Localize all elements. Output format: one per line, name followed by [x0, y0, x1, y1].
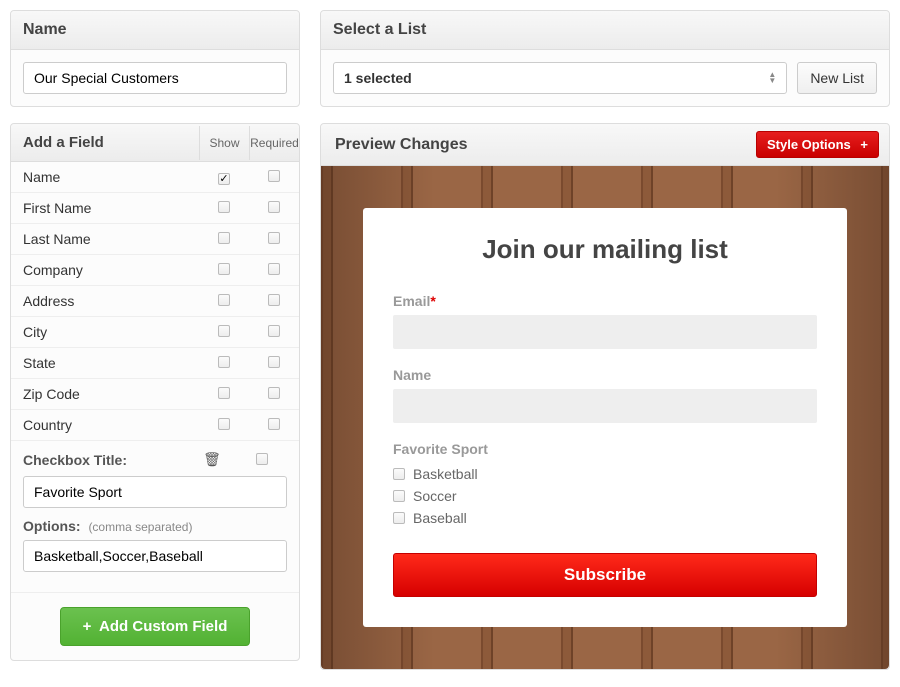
option-checkbox[interactable]: [393, 490, 405, 502]
add-custom-field-button[interactable]: + Add Custom Field: [60, 607, 250, 646]
field-row: State: [11, 348, 299, 379]
field-row: Address: [11, 286, 299, 317]
name-label: Name: [393, 367, 817, 383]
field-row: Name ✓: [11, 162, 299, 193]
select-list-title: Select a List: [333, 21, 426, 39]
col-header-show: Show: [199, 126, 249, 160]
required-checkbox[interactable]: [268, 294, 280, 306]
required-checkbox[interactable]: [268, 201, 280, 213]
required-checkbox[interactable]: [268, 170, 280, 182]
field-label: Last Name: [11, 224, 199, 254]
show-checkbox[interactable]: [218, 356, 230, 368]
show-checkbox[interactable]: [218, 325, 230, 337]
preview-panel: Preview Changes Style Options + Join our…: [320, 123, 890, 670]
checkbox-title-label: Checkbox Title:: [23, 452, 187, 468]
option-label: Baseball: [413, 510, 467, 526]
preview-background: Join our mailing list Email* Name Favori…: [321, 166, 889, 669]
sport-option[interactable]: Basketball: [393, 463, 817, 485]
show-checkbox[interactable]: [218, 294, 230, 306]
plus-icon: +: [83, 618, 92, 635]
field-row: City: [11, 317, 299, 348]
subscribe-button[interactable]: Subscribe: [393, 553, 817, 597]
plus-icon: +: [860, 137, 868, 152]
option-checkbox[interactable]: [393, 512, 405, 524]
checkbox-title-input[interactable]: [23, 476, 287, 508]
trash-icon[interactable]: 🗑: [187, 451, 237, 468]
show-checkbox[interactable]: [218, 418, 230, 430]
subscribe-label: Subscribe: [564, 565, 646, 584]
options-label: Options:: [23, 518, 81, 534]
field-row: First Name: [11, 193, 299, 224]
list-selected-label: 1 selected: [344, 70, 412, 86]
custom-field-block: Checkbox Title: 🗑 Options: (comma separa…: [11, 441, 299, 592]
style-options-button[interactable]: Style Options +: [756, 131, 879, 158]
list-select[interactable]: 1 selected ▲▼: [333, 62, 787, 94]
field-label: Zip Code: [11, 379, 199, 409]
form-heading: Join our mailing list: [393, 234, 817, 265]
option-checkbox[interactable]: [393, 468, 405, 480]
preview-title: Preview Changes: [335, 136, 468, 154]
required-checkbox[interactable]: [268, 263, 280, 275]
show-checkbox[interactable]: ✓: [218, 173, 230, 185]
custom-required-checkbox[interactable]: [256, 453, 268, 465]
email-label: Email: [393, 293, 430, 309]
field-row: Company: [11, 255, 299, 286]
favorite-sport-label: Favorite Sport: [393, 441, 817, 457]
field-label: State: [11, 348, 199, 378]
style-options-label: Style Options: [767, 137, 851, 152]
show-checkbox[interactable]: [218, 263, 230, 275]
required-checkbox[interactable]: [268, 325, 280, 337]
field-row: Zip Code: [11, 379, 299, 410]
name-panel-header: Name: [11, 11, 299, 50]
field-row: Country: [11, 410, 299, 441]
add-field-panel: Add a Field Show Required Name ✓ First Nam…: [10, 123, 300, 661]
name-panel-title: Name: [23, 21, 67, 39]
show-checkbox[interactable]: [218, 232, 230, 244]
required-checkbox[interactable]: [268, 418, 280, 430]
name-panel: Name: [10, 10, 300, 107]
add-custom-field-label: Add Custom Field: [99, 618, 227, 635]
select-list-header: Select a List: [321, 11, 889, 50]
option-label: Soccer: [413, 488, 457, 504]
add-field-title: Add a Field: [11, 124, 199, 161]
email-input[interactable]: [393, 315, 817, 349]
form-name-input[interactable]: [23, 62, 287, 94]
options-input[interactable]: [23, 540, 287, 572]
option-label: Basketball: [413, 466, 478, 482]
required-checkbox[interactable]: [268, 387, 280, 399]
field-label: First Name: [11, 193, 199, 223]
options-hint: (comma separated): [88, 520, 192, 534]
field-label: Address: [11, 286, 199, 316]
signup-form: Join our mailing list Email* Name Favori…: [363, 208, 847, 627]
show-checkbox[interactable]: [218, 387, 230, 399]
required-checkbox[interactable]: [268, 356, 280, 368]
col-header-required: Required: [249, 126, 299, 160]
field-label: City: [11, 317, 199, 347]
field-label: Name: [11, 162, 199, 192]
field-label: Company: [11, 255, 199, 285]
required-star: *: [430, 293, 435, 309]
field-row: Last Name: [11, 224, 299, 255]
name-input[interactable]: [393, 389, 817, 423]
field-label: Country: [11, 410, 199, 440]
stepper-icon: ▲▼: [768, 72, 776, 84]
show-checkbox[interactable]: [218, 201, 230, 213]
new-list-label: New List: [810, 70, 864, 86]
sport-option[interactable]: Soccer: [393, 485, 817, 507]
required-checkbox[interactable]: [268, 232, 280, 244]
new-list-button[interactable]: New List: [797, 62, 877, 94]
add-field-header-row: Add a Field Show Required: [11, 124, 299, 162]
sport-option[interactable]: Baseball: [393, 507, 817, 529]
select-list-panel: Select a List 1 selected ▲▼ New List: [320, 10, 890, 107]
preview-header: Preview Changes Style Options +: [321, 124, 889, 166]
